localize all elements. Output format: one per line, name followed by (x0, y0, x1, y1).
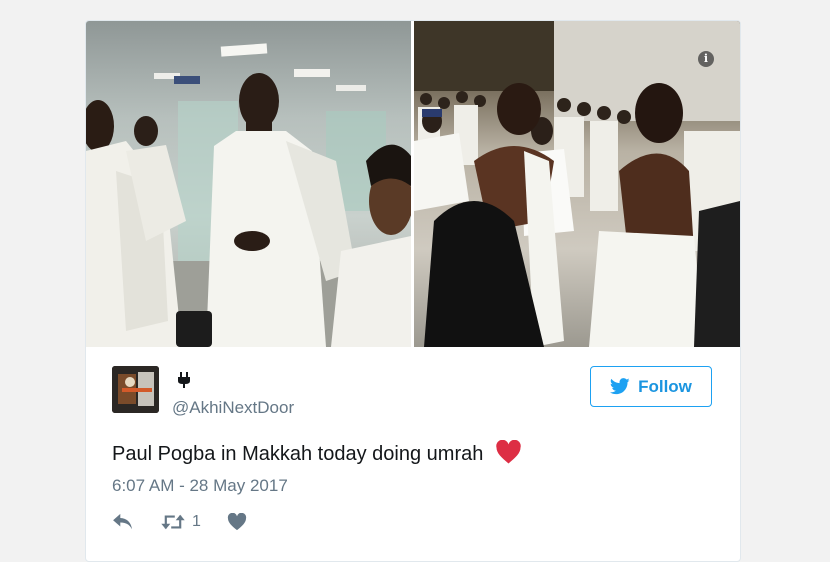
avatar[interactable] (112, 366, 159, 413)
reply-button[interactable] (112, 513, 134, 531)
tweet-timestamp[interactable]: 6:07 AM - 28 May 2017 (112, 476, 288, 496)
like-button[interactable] (227, 513, 247, 531)
tweet-photo-right[interactable]: i (414, 21, 740, 347)
plug-icon (178, 372, 190, 388)
red-heart-emoji-icon (495, 439, 522, 470)
tweet-text: Paul Pogba in Makkah today doing umrah (112, 439, 522, 470)
photo-right-scene (414, 21, 740, 347)
retweet-count: 1 (192, 513, 201, 530)
heart-icon (227, 513, 247, 531)
retweet-button[interactable]: 1 (160, 513, 201, 531)
tweet-actions: 1 (112, 511, 273, 533)
follow-button[interactable]: Follow (590, 366, 712, 407)
display-name[interactable] (177, 371, 191, 394)
avatar-image (112, 366, 159, 413)
user-handle[interactable]: @AkhiNextDoor (172, 398, 294, 418)
reply-icon (113, 513, 132, 530)
info-icon[interactable]: i (698, 51, 714, 67)
embedded-tweet-card: i @AkhiNextDoor Follow Paul Pogba in Mak… (85, 20, 741, 562)
retweet-icon (161, 514, 185, 530)
twitter-bird-icon (610, 378, 630, 395)
follow-button-label: Follow (638, 376, 692, 396)
tweet-text-body: Paul Pogba in Makkah today doing umrah (112, 443, 484, 465)
tweet-photos: i (86, 21, 740, 347)
photo-left-scene (86, 43, 411, 347)
tweet-photo-left[interactable] (86, 21, 411, 347)
